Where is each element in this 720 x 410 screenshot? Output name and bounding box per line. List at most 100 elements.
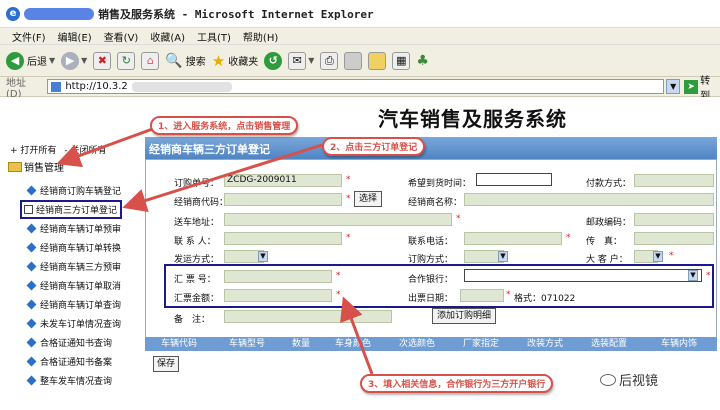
required-mark: *	[346, 233, 351, 243]
bullet-icon	[26, 280, 37, 291]
dealer-name-label: 经销商名称：	[408, 198, 463, 208]
callout-step1: 1、进入服务系统，点击销售管理	[150, 116, 299, 135]
order-no-field[interactable]: ZCDG-2009011	[224, 174, 342, 187]
research-button[interactable]: ▦	[392, 51, 411, 70]
column-header: 车辆内饰	[660, 339, 697, 349]
column-header: 改装方式	[526, 339, 563, 349]
remit-amount-label: 汇票金额：	[174, 294, 220, 304]
ship-address-field[interactable]	[224, 213, 452, 226]
column-header: 车辆型号	[228, 339, 265, 349]
remit-no-field[interactable]	[224, 270, 332, 283]
select-dealer-button[interactable]: 选择	[354, 191, 383, 207]
menu-tools[interactable]: 工具(T)	[197, 29, 231, 44]
chevron-down-icon[interactable]: ▼	[688, 270, 698, 281]
folder-icon	[8, 161, 22, 172]
address-input[interactable]: http://10.3.2	[47, 79, 665, 94]
search-button[interactable]: 🔍 搜索	[165, 53, 205, 69]
go-arrow-icon: ➤	[684, 79, 699, 94]
remark-field[interactable]	[224, 310, 392, 323]
phone-field[interactable]	[464, 232, 562, 245]
nav-item-three-party-order[interactable]: 经销商三方订单登记	[20, 200, 122, 219]
mail-button[interactable]: ✉ ▼	[288, 51, 315, 70]
print-button[interactable]: ⎙	[320, 51, 339, 70]
nav-root-sales[interactable]: 销售管理	[8, 159, 64, 174]
address-bar: 地址(D) http://10.3.2 ▼ ➤ 转到	[0, 76, 720, 102]
chevron-down-icon[interactable]: ▼	[258, 251, 268, 262]
postal-code-field[interactable]	[634, 213, 714, 226]
address-label: 地址(D)	[6, 77, 26, 100]
back-button[interactable]: ◀ 后退 ▼	[6, 51, 56, 70]
bullet-icon	[26, 375, 37, 386]
chevron-down-icon[interactable]: ▼	[653, 251, 663, 262]
address-url: http://10.3.2	[65, 81, 128, 92]
favorites-button[interactable]: ★ 收藏夹	[212, 52, 258, 70]
dealer-name-field[interactable]	[464, 193, 714, 206]
required-mark: *	[669, 251, 674, 261]
fax-field[interactable]	[634, 232, 714, 245]
book-icon: ▦	[392, 51, 411, 70]
dealer-code-label: 经销商代码：	[174, 198, 229, 208]
menu-edit[interactable]: 编辑(E)	[58, 29, 92, 44]
home-button[interactable]: ⌂	[141, 51, 160, 70]
order-form: 订购单号： ZCDG-2009011 * 希望到货时间： 付款方式： 经销商代码…	[145, 159, 717, 349]
nav-item[interactable]: 合格证通知书查询	[26, 333, 122, 352]
callout-step3: 3、填入相关信息，合作银行为三方开户银行	[360, 374, 554, 393]
nav-item[interactable]: 经销商订购车辆登记	[26, 181, 122, 200]
forward-button[interactable]: ▶ ▼	[61, 51, 87, 70]
collapse-all-link[interactable]: - 关闭所有	[64, 143, 106, 156]
menu-help[interactable]: 帮助(H)	[243, 29, 278, 44]
page-header: 汽车销售及服务系统	[0, 97, 720, 137]
menu-favorites[interactable]: 收藏(A)	[150, 29, 185, 44]
contact-field[interactable]	[224, 232, 342, 245]
refresh-button[interactable]: ↻	[117, 51, 136, 70]
expected-time-field[interactable]	[476, 173, 552, 186]
column-header: 选装配置	[590, 339, 627, 349]
remit-amount-field[interactable]	[224, 289, 332, 302]
column-header: 厂家指定	[462, 339, 499, 349]
chevron-down-icon: ▼	[308, 56, 315, 65]
bullet-icon	[26, 318, 37, 329]
stop-button[interactable]: ✖	[93, 51, 112, 70]
expected-time-label: 希望到货时间：	[408, 179, 472, 189]
required-mark: *	[506, 290, 511, 300]
ship-address-label: 送车地址：	[174, 218, 220, 228]
chevron-down-icon[interactable]: ▼	[498, 251, 508, 262]
history-button[interactable]: ↺	[264, 51, 283, 70]
redacted-title-prefix	[24, 7, 94, 20]
chevron-down-icon: ▼	[49, 56, 56, 65]
document-icon	[24, 205, 33, 214]
watermark: 后视镜	[600, 370, 658, 389]
ie-logo-icon: e	[6, 6, 20, 21]
required-mark: *	[346, 175, 351, 185]
add-order-detail-button[interactable]: 添加订购明细	[432, 308, 497, 324]
nav-item[interactable]: 合格证通知书备案	[26, 352, 122, 371]
nav-item[interactable]: 经销商车辆订单转换	[26, 238, 122, 257]
messenger-button[interactable]: ♣	[416, 53, 429, 69]
required-mark: *	[566, 233, 571, 243]
nav-item[interactable]: 经销商车辆订单取消	[26, 276, 122, 295]
nav-item[interactable]: 经销商车辆订单查询	[26, 295, 122, 314]
address-dropdown[interactable]: ▼	[666, 79, 681, 94]
column-header: 车身颜色	[334, 339, 371, 349]
menu-file[interactable]: 文件(F)	[12, 29, 46, 44]
save-button[interactable]: 保存	[153, 356, 180, 372]
bullet-icon	[26, 299, 37, 310]
edit-button[interactable]	[344, 51, 363, 70]
home-icon: ⌂	[141, 51, 160, 70]
nav-item[interactable]: 未发车订单情况查询	[26, 314, 122, 333]
refresh-icon: ↻	[117, 51, 136, 70]
print-icon: ⎙	[320, 51, 339, 70]
required-mark: *	[346, 194, 351, 204]
folder-button[interactable]	[368, 51, 387, 70]
nav-item[interactable]: 经销商车辆订单预审	[26, 219, 122, 238]
issue-date-field[interactable]	[460, 289, 504, 302]
payment-field[interactable]	[634, 174, 714, 187]
nav-item[interactable]: 经销商车辆三方预审	[26, 257, 122, 276]
nav-item[interactable]: 整车发车情况查询	[26, 371, 122, 390]
dealer-code-field[interactable]	[224, 193, 342, 206]
bank-select[interactable]	[464, 269, 702, 282]
bullet-icon	[26, 337, 37, 348]
required-mark: *	[336, 271, 341, 281]
expand-all-link[interactable]: + 打开所有	[10, 143, 56, 156]
menu-view[interactable]: 查看(V)	[104, 29, 139, 44]
